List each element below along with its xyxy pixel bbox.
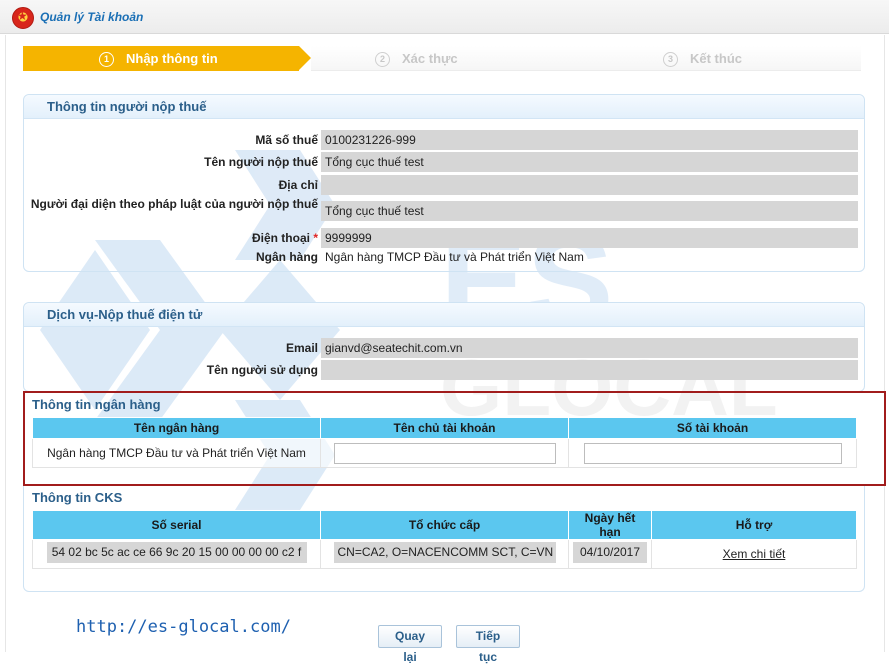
phone-value: 9999999 xyxy=(321,228,858,248)
bank-col-name: Tên ngân hàng xyxy=(32,417,321,439)
serial-value: 54 02 bc 5c ac ce 66 9c 20 15 00 00 00 0… xyxy=(46,542,307,563)
owner-cell xyxy=(320,438,569,468)
phone-label-text: Điện thoại xyxy=(251,231,310,245)
continue-button[interactable]: Tiếp tục xyxy=(456,625,520,664)
tax-code-label: Mã số thuế xyxy=(255,133,318,147)
account-number-input[interactable] xyxy=(583,442,842,464)
field-row-username: Tên người sử dụng xyxy=(24,360,866,380)
bank-name-cell: Ngân hàng TMCP Đầu tư và Phát triển Việt… xyxy=(32,438,321,468)
step-number-3: 3 xyxy=(663,52,678,67)
cks-info-title: Thông tin CKS xyxy=(32,490,123,505)
step-number-1: 1 xyxy=(99,52,114,67)
bank-value: Ngân hàng TMCP Đầu tư và Phát triển Việt… xyxy=(325,250,584,264)
field-row-taxpayer-name: Tên người nộp thuế Tổng cục thuế test xyxy=(24,152,866,172)
step-label-1: Nhập thông tin xyxy=(126,51,218,66)
field-row-legal-rep: Người đại diện theo pháp luật của người … xyxy=(24,197,866,221)
table-row: 54 02 bc 5c ac ce 66 9c 20 15 00 00 00 0… xyxy=(32,539,857,569)
issuer-cell: CN=CA2, O=NACENCOMM SCT, C=VN xyxy=(320,539,569,569)
required-mark: * xyxy=(313,231,318,245)
bank-table: Tên ngân hàng Tên chủ tài khoản Số tài k… xyxy=(32,417,857,468)
step-arrow xyxy=(299,46,311,70)
field-row-phone: Điện thoại * 9999999 xyxy=(24,228,866,248)
website-url: http://es-glocal.com/ xyxy=(76,617,291,637)
address-label: Địa chỉ xyxy=(278,178,318,192)
tax-code-value: 0100231226-999 xyxy=(321,130,858,150)
support-cell: Xem chi tiết xyxy=(651,539,857,569)
bank-label: Ngân hàng xyxy=(256,250,318,264)
bank-info-title: Thông tin ngân hàng xyxy=(32,397,161,412)
cks-col-serial: Số serial xyxy=(32,510,321,540)
table-row: Ngân hàng TMCP Đầu tư và Phát triển Việt… xyxy=(32,438,857,468)
taxpayer-section-title: Thông tin người nộp thuế xyxy=(24,95,864,119)
email-value: gianvd@seatechit.com.vn xyxy=(321,338,858,358)
issuer-value: CN=CA2, O=NACENCOMM SCT, C=VN xyxy=(333,542,556,563)
wizard-steps: 1 Nhập thông tin 2 Xác thực 3 Kết thúc xyxy=(23,46,861,71)
national-emblem-icon xyxy=(12,7,34,29)
taxpayer-name-value: Tổng cục thuế test xyxy=(321,152,858,172)
cks-col-issuer: Tổ chức cấp xyxy=(320,510,569,540)
field-row-tax-code: Mã số thuế 0100231226-999 xyxy=(24,130,866,150)
back-button[interactable]: Quay lại xyxy=(378,625,442,664)
cks-col-support: Hỗ trợ xyxy=(651,510,857,540)
app-title: Quản lý Tài khoản xyxy=(40,10,144,24)
serial-cell: 54 02 bc 5c ac ce 66 9c 20 15 00 00 00 0… xyxy=(32,539,321,569)
cks-col-expiry: Ngày hết hạn xyxy=(568,510,652,540)
expiry-value: 04/10/2017 xyxy=(573,542,647,563)
taxpayer-name-label: Tên người nộp thuế xyxy=(204,155,318,169)
step-label-2: Xác thực xyxy=(402,51,458,66)
service-section-title: Dịch vụ-Nộp thuế điện tử xyxy=(24,303,864,327)
account-owner-input[interactable] xyxy=(333,442,556,464)
cks-table: Số serial Tổ chức cấp Ngày hết hạn Hỗ tr… xyxy=(32,510,857,569)
phone-label: Điện thoại * xyxy=(28,231,318,245)
step-finish: 3 Kết thúc xyxy=(663,46,742,71)
step-verify: 2 Xác thực xyxy=(375,46,458,71)
step-enter-info: 1 Nhập thông tin xyxy=(23,46,299,71)
field-row-bank: Ngân hàng Ngân hàng TMCP Đầu tư và Phát … xyxy=(24,247,866,267)
legal-rep-label: Người đại diện theo pháp luật của người … xyxy=(30,197,318,211)
bank-col-account: Số tài khoản xyxy=(568,417,857,439)
bank-col-owner: Tên chủ tài khoản xyxy=(320,417,569,439)
username-label: Tên người sử dụng xyxy=(206,363,318,377)
taxpayer-section: Thông tin người nộp thuế Mã số thuế 0100… xyxy=(23,94,865,272)
username-value xyxy=(321,360,858,380)
account-cell xyxy=(568,438,857,468)
view-details-link[interactable]: Xem chi tiết xyxy=(723,547,786,561)
address-value xyxy=(321,175,858,195)
step-number-2: 2 xyxy=(375,52,390,67)
legal-rep-value: Tổng cục thuế test xyxy=(321,201,858,221)
step-label-3: Kết thúc xyxy=(690,51,742,66)
service-section: Dịch vụ-Nộp thuế điện tử Email gianvd@se… xyxy=(23,302,865,392)
app-header: Quản lý Tài khoản xyxy=(0,0,889,34)
field-row-email: Email gianvd@seatechit.com.vn xyxy=(24,338,866,358)
expiry-cell: 04/10/2017 xyxy=(568,539,652,569)
field-row-address: Địa chỉ xyxy=(24,175,866,195)
email-label: Email xyxy=(285,341,318,355)
